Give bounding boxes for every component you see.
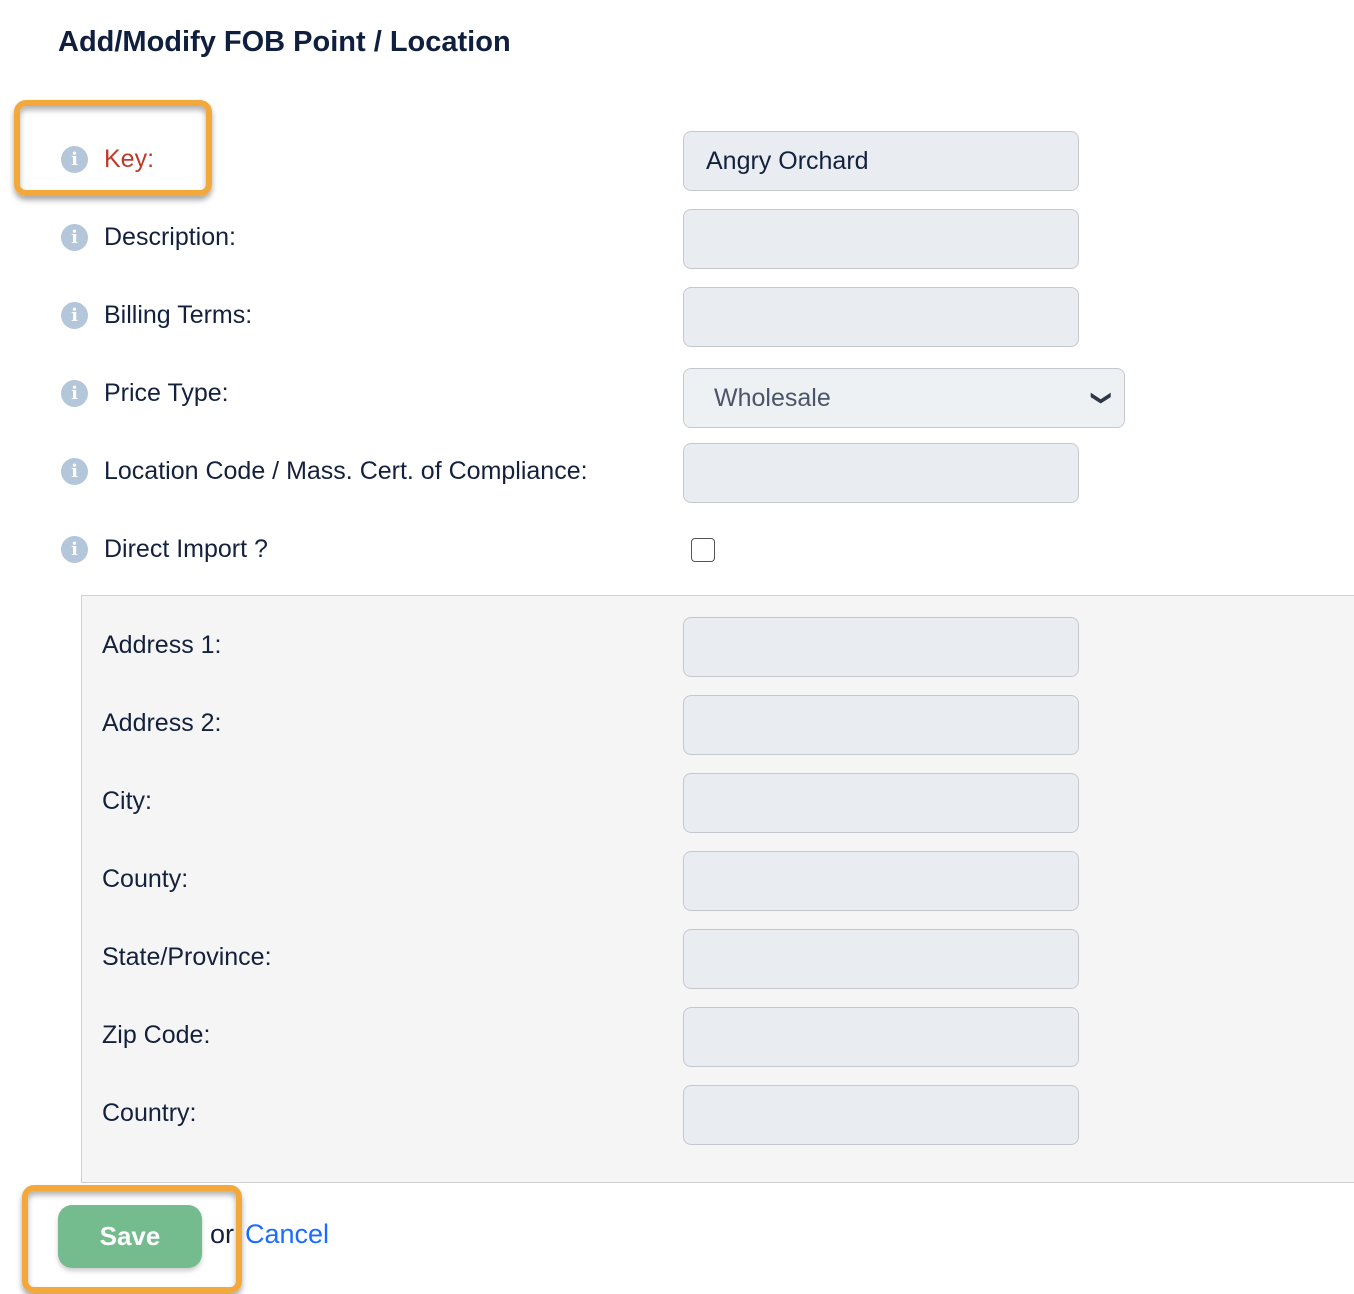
info-icon[interactable]: i (61, 302, 88, 329)
address-input[interactable] (683, 773, 1079, 833)
address-input[interactable] (683, 695, 1079, 755)
address-label: City: (102, 787, 152, 815)
field-label: Billing Terms: (104, 301, 253, 329)
selected-value: Wholesale (714, 384, 831, 412)
address-label: County: (102, 865, 189, 893)
info-icon[interactable]: i (61, 458, 88, 485)
address-label: Address 2: (102, 709, 222, 737)
address-input[interactable] (683, 851, 1079, 911)
field-label: Price Type: (104, 379, 229, 407)
address-label: Zip Code: (102, 1021, 211, 1049)
field-input[interactable] (683, 287, 1079, 347)
highlight-key (14, 100, 212, 196)
price-type-select[interactable]: Wholesale ❯ (683, 368, 1125, 428)
address-label: Country: (102, 1099, 197, 1127)
address-input[interactable] (683, 929, 1079, 989)
highlight-save (22, 1185, 242, 1293)
address-input[interactable] (683, 617, 1079, 677)
address-label: Address 1: (102, 631, 222, 659)
field-label: Location Code / Mass. Cert. of Complianc… (104, 457, 588, 485)
field-label: Direct Import ? (104, 535, 268, 563)
info-icon[interactable]: i (61, 380, 88, 407)
field-input[interactable]: Angry Orchard (683, 131, 1079, 191)
direct-import-checkbox[interactable] (691, 538, 715, 562)
info-icon[interactable]: i (61, 224, 88, 251)
info-icon[interactable]: i (61, 536, 88, 563)
page-title: Add/Modify FOB Point / Location (58, 26, 511, 58)
field-input[interactable] (683, 443, 1079, 503)
field-label: Description: (104, 223, 236, 251)
address-label: State/Province: (102, 943, 272, 971)
field-input[interactable] (683, 209, 1079, 269)
cancel-link[interactable]: Cancel (245, 1219, 329, 1250)
address-input[interactable] (683, 1007, 1079, 1067)
address-input[interactable] (683, 1085, 1079, 1145)
chevron-down-icon: ❯ (1090, 389, 1113, 407)
